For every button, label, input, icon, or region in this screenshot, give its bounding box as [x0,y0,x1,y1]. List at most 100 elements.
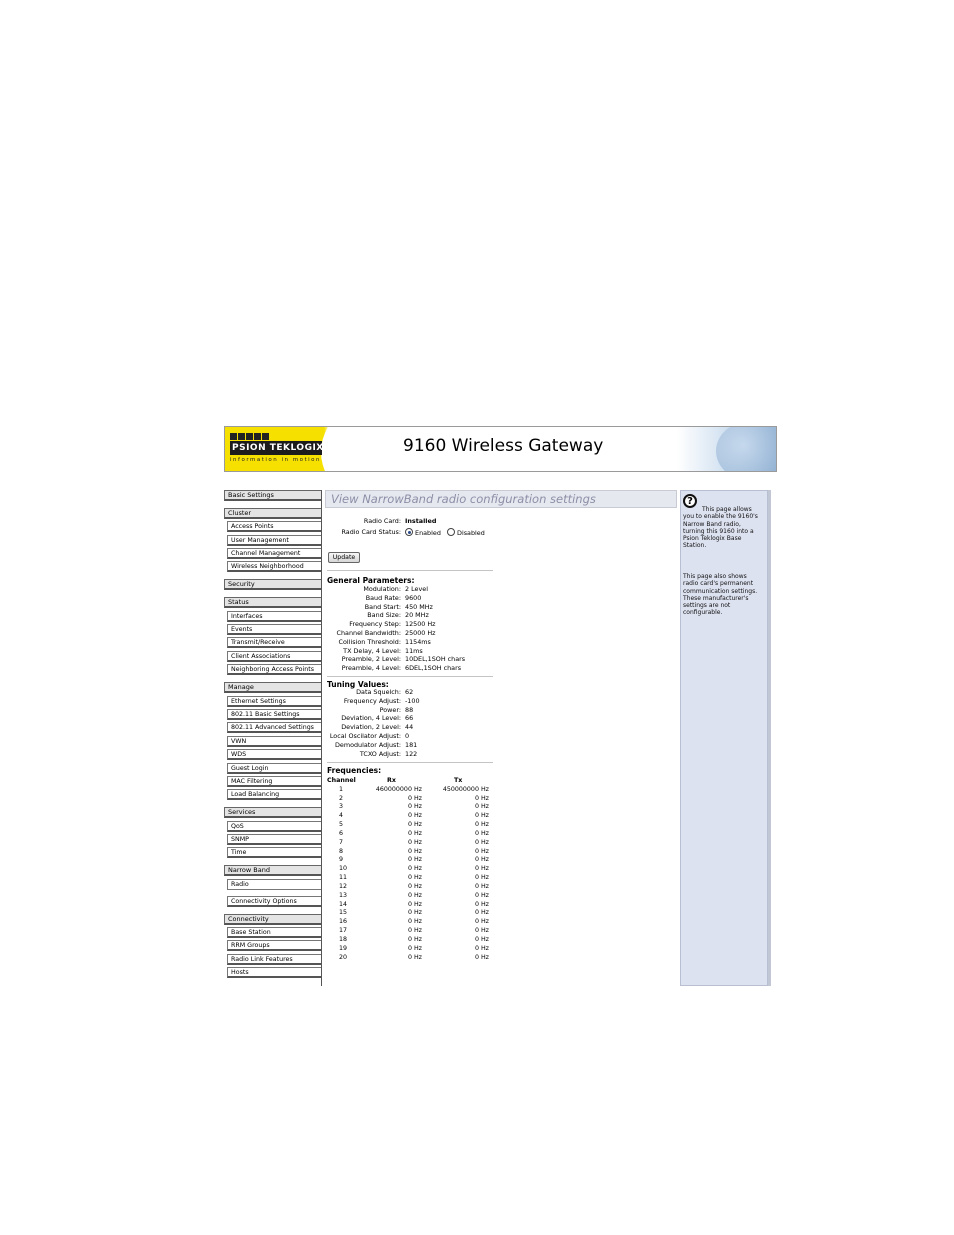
tx-cell: 450000000 Hz [442,785,489,793]
param-label: Data Squelch: [356,688,401,696]
sidebar-item-mac-filtering[interactable]: MAC Filtering [227,775,322,787]
param-value: 0 [405,732,410,740]
radio-enabled[interactable] [405,528,413,536]
sidebar-item-events[interactable]: Events [227,624,322,635]
channel-cell: 1 [339,785,344,793]
param-value: 88 [405,705,414,714]
sidebar-item-wds[interactable]: WDS [227,749,322,761]
param-label: Preamble, 2 Level: [341,655,401,664]
sidebar-item-interfaces[interactable]: Interfaces [227,610,322,622]
param-value: 11ms [405,646,423,655]
tx-cell: 0 Hz [474,821,489,829]
radio-enabled-label: Enabled [415,529,441,537]
screenshot-frame: PSION TEKLOGIX information in motion 916… [224,426,777,986]
sidebar-item-radio[interactable]: Radio [227,878,322,890]
tx-cell: 0 Hz [474,829,489,837]
channel-cell: 2 [339,794,344,802]
rx-cell: 0 Hz [407,865,422,873]
channel-cell: 16 [339,918,348,926]
channel-cell: 10 [339,865,348,873]
tx-cell: 0 Hz [474,794,489,802]
tx-cell: 0 Hz [474,838,489,846]
channel-cell: 19 [339,944,348,952]
channel-cell: 4 [339,812,344,820]
rx-cell: 0 Hz [407,909,422,917]
channel-cell: 3 [339,803,344,811]
sidebar-item-hosts[interactable]: Hosts [227,967,322,979]
sidebar-item-transmit-receive[interactable]: Transmit/Receive [227,637,322,649]
sidebar-item-ethernet-settings[interactable]: Ethernet Settings [227,695,322,707]
sidebar-item-load-balancing[interactable]: Load Balancing [227,789,322,801]
sidebar-item-802-11-basic-settings[interactable]: 802.11 Basic Settings [227,708,322,720]
tx-cell: 0 Hz [474,918,489,926]
sidebar-group-manage[interactable]: Manage [224,682,322,694]
param-label: Deviation, 2 Level: [341,723,401,732]
sidebar-item-time[interactable]: Time [227,847,322,859]
sidebar-item-neighboring-access-points[interactable]: Neighboring Access Points [227,664,322,676]
param-value: 66 [405,714,414,723]
param-value: 2 Level [405,585,428,593]
sidebar-item-radio-link-features[interactable]: Radio Link Features [227,953,322,965]
sidebar-group-services[interactable]: Services [224,807,322,819]
channel-cell: 9 [339,856,344,864]
sidebar-item-vwn[interactable]: VWN [227,735,322,747]
channel-cell: 20 [339,953,348,961]
sidebar-item-user-management[interactable]: User Management [227,534,322,546]
param-label: Frequency Step: [349,620,401,629]
rx-cell: 0 Hz [407,856,422,864]
sidebar-item-access-points[interactable]: Access Points [227,521,322,533]
param-label: Deviation, 4 Level: [341,714,401,723]
sidebar-group-security[interactable]: Security [224,579,322,591]
sidebar-item-channel-management[interactable]: Channel Management [227,548,322,559]
param-value: 181 [405,740,418,749]
sidebar-item-rrm-groups[interactable]: RRM Groups [227,940,322,952]
rx-column-header: Rx [387,777,396,784]
channel-cell: 8 [339,847,344,855]
param-label: Modulation: [363,585,401,593]
psion-teklogix-logo: PSION TEKLOGIX information in motion [230,433,323,465]
sidebar-item-guest-login[interactable]: Guest Login [227,762,322,774]
rx-cell: 0 Hz [407,874,422,882]
sidebar-group-basic-settings[interactable]: Basic Settings [224,490,322,501]
channel-cell: 7 [339,838,344,846]
header-banner: PSION TEKLOGIX information in motion 916… [224,426,777,472]
radio-disabled[interactable] [446,528,455,536]
channel-cell: 15 [339,909,348,917]
tx-cell: 0 Hz [474,847,489,855]
sidebar-item-base-station[interactable]: Base Station [227,926,322,938]
channel-cell: 12 [339,882,348,890]
sidebar-group-status[interactable]: Status [224,597,322,609]
general-heading: General Parameters: [327,576,415,585]
sidebar-item-qos[interactable]: QoS [227,820,322,832]
param-label: Channel Bandwidth: [336,629,401,637]
param-label: TCXO Adjust: [359,749,401,758]
rx-cell: 0 Hz [407,927,422,935]
sidebar-group-narrow-band[interactable]: Narrow Band [224,865,322,877]
sidebar-item-client-associations[interactable]: Client Associations [227,650,322,662]
divider [327,570,493,571]
sidebar-item-802-11-advanced-settings[interactable]: 802.11 Advanced Settings [227,722,322,734]
help-paragraph-2: This page also shows radio card's perman… [683,573,758,617]
sidebar-group-cluster[interactable]: Cluster [224,507,322,519]
sidebar-item-snmp[interactable]: SNMP [227,834,322,845]
tx-cell: 0 Hz [474,891,489,899]
sidebar-group-connectivity[interactable]: Connectivity [224,913,322,925]
channel-cell: 14 [339,900,348,908]
update-button[interactable]: Update [328,552,360,563]
rx-cell: 0 Hz [407,803,422,811]
page-heading: View NarrowBand radio configuration sett… [325,490,677,508]
radio-card-value: Installed [405,517,437,525]
rx-cell: 0 Hz [407,794,422,802]
tx-cell: 0 Hz [474,874,489,882]
sidebar-item-connectivity-options[interactable]: Connectivity Options [227,895,322,907]
divider [327,762,493,763]
param-label: Preamble, 4 Level: [341,664,401,673]
param-label: Demodulator Adjust: [335,740,401,749]
sidebar-item-wireless-neighborhood[interactable]: Wireless Neighborhood [227,561,322,573]
app-title: 9160 Wireless Gateway [403,436,604,456]
param-value: 44 [405,723,414,732]
param-value: 1154ms [405,637,431,646]
tx-cell: 0 Hz [474,953,489,961]
tx-cell: 0 Hz [474,935,489,943]
rx-cell: 0 Hz [407,944,422,952]
